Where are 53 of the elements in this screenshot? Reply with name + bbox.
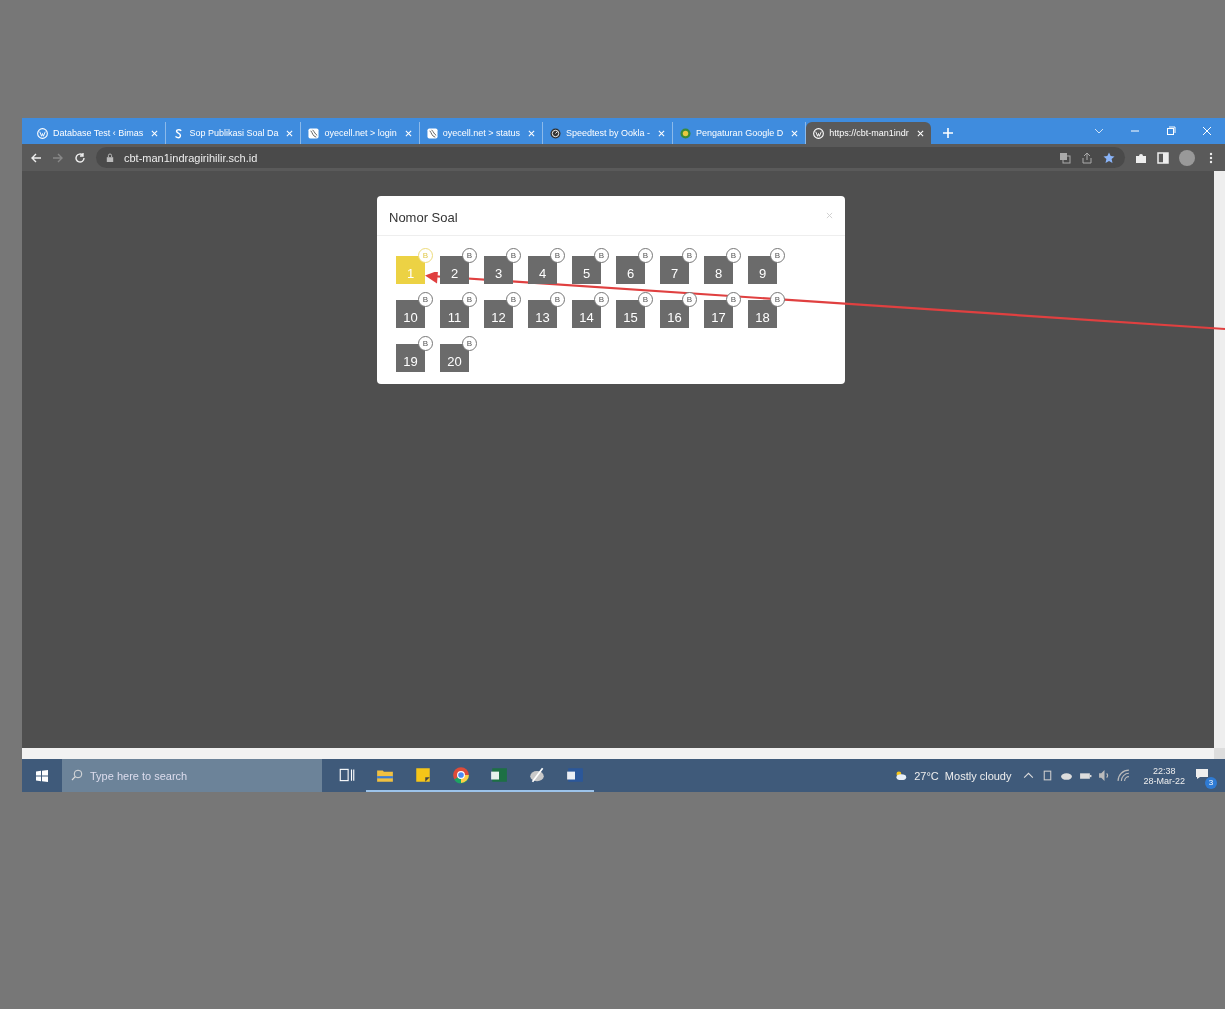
wave-logo-icon: [308, 127, 320, 139]
wordpress-logo-icon: [813, 127, 825, 139]
browser-tab[interactable]: https://cbt-man1indr: [806, 122, 931, 144]
forward-icon[interactable]: [52, 151, 64, 164]
vertical-scrollbar[interactable]: [1214, 171, 1225, 748]
new-tab-icon[interactable]: [942, 128, 953, 138]
status-badge: B: [462, 336, 477, 351]
windows-start-icon[interactable]: [36, 769, 48, 782]
status-badge: B: [418, 292, 433, 307]
status-badge: B: [462, 292, 477, 307]
address-bar[interactable]: cbt-man1indragirihilir.sch.id: [96, 147, 1125, 168]
restore-icon[interactable]: [1166, 126, 1176, 136]
back-icon[interactable]: [30, 151, 42, 164]
chevron-down-icon[interactable]: [1094, 126, 1104, 136]
status-badge: B: [594, 248, 609, 263]
taskbar-search-field[interactable]: Type here to search: [62, 759, 322, 792]
weather-text[interactable]: 27°C Mostly cloudy: [914, 769, 1012, 782]
reload-icon[interactable]: [74, 151, 86, 164]
side-panel-icon[interactable]: [1157, 151, 1169, 164]
status-badge: B: [770, 292, 785, 307]
emblem-icon: [680, 127, 692, 139]
share-icon[interactable]: [1081, 151, 1093, 164]
clock-date[interactable]: 28-Mar-22: [1143, 775, 1185, 786]
lock-icon: [106, 152, 114, 163]
weather-cloud-icon: [894, 769, 908, 782]
dialog-title: Nomor Soal: [389, 210, 458, 225]
status-badge: B: [418, 336, 433, 351]
status-badge: B: [506, 292, 521, 307]
wordpress-logo-icon: [37, 127, 48, 139]
clock-time[interactable]: 22:38: [1152, 765, 1176, 776]
status-badge: B: [726, 248, 741, 263]
status-badge: B: [418, 248, 433, 263]
status-badge: B: [682, 248, 697, 263]
status-badge: B: [638, 248, 653, 263]
translate-icon[interactable]: [1059, 151, 1071, 164]
url-text: cbt-man1indragirihilir.sch.id: [124, 151, 258, 164]
status-badge: B: [638, 292, 653, 307]
wave-logo-icon: [426, 127, 438, 139]
status-badge: B: [550, 292, 565, 307]
status-badge: B: [726, 292, 741, 307]
star-icon[interactable]: [1103, 151, 1115, 164]
status-badge: B: [594, 292, 609, 307]
gauge-icon: [550, 127, 562, 139]
status-badge: B: [506, 248, 521, 263]
notification-count: 3: [1205, 776, 1217, 789]
avatar-icon[interactable]: [1179, 149, 1195, 166]
status-badge: B: [550, 248, 565, 263]
horizontal-scrollbar[interactable]: [22, 748, 1225, 759]
status-badge: B: [770, 248, 785, 263]
status-badge: B: [462, 248, 477, 263]
notification-icon[interactable]: [1195, 767, 1209, 780]
wifi-icon[interactable]: [1117, 769, 1131, 782]
search-icon: [71, 769, 83, 781]
